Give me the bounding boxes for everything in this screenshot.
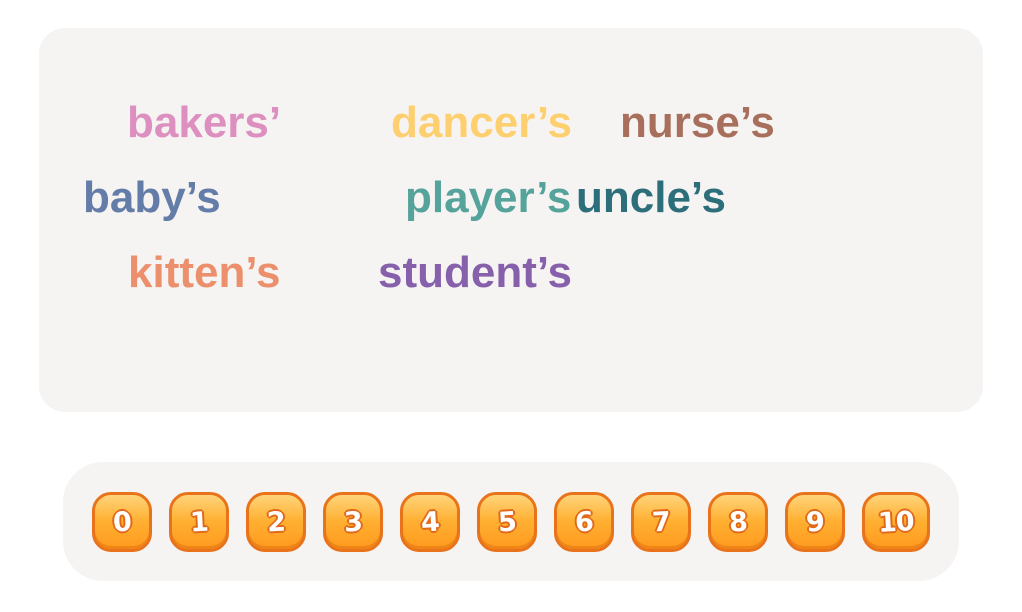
answer-button-5[interactable]: 5 xyxy=(477,492,537,552)
word-nurses[interactable]: nurse’s xyxy=(620,101,775,145)
answer-button-label: 10 xyxy=(877,505,915,539)
answer-button-7[interactable]: 7 xyxy=(631,492,691,552)
answer-button-label: 1 xyxy=(189,506,209,538)
answer-button-label: 0 xyxy=(112,506,132,538)
word-babys[interactable]: baby’s xyxy=(83,176,221,220)
word-students[interactable]: student’s xyxy=(378,251,572,295)
answer-button-0[interactable]: 0 xyxy=(92,492,152,552)
word-bakers[interactable]: bakers’ xyxy=(127,101,281,145)
answer-button-label: 2 xyxy=(266,506,286,538)
answer-button-8[interactable]: 8 xyxy=(708,492,768,552)
word-uncles[interactable]: uncle’s xyxy=(576,176,726,220)
answer-button-label: 7 xyxy=(651,506,671,538)
answer-button-10[interactable]: 10 xyxy=(862,492,930,552)
answer-bar: 0 1 2 3 4 5 6 7 8 9 10 xyxy=(63,462,959,581)
answer-button-9[interactable]: 9 xyxy=(785,492,845,552)
answer-button-label: 4 xyxy=(420,506,440,538)
answer-button-6[interactable]: 6 xyxy=(554,492,614,552)
answer-button-label: 9 xyxy=(805,506,825,538)
answer-button-2[interactable]: 2 xyxy=(246,492,306,552)
answer-button-4[interactable]: 4 xyxy=(400,492,460,552)
answer-button-label: 8 xyxy=(728,506,748,538)
word-players[interactable]: player’s xyxy=(405,176,571,220)
word-dancers[interactable]: dancer’s xyxy=(391,101,572,145)
answer-button-3[interactable]: 3 xyxy=(323,492,383,552)
answer-button-label: 6 xyxy=(574,506,594,538)
word-panel: bakers’ dancer’s nurse’s baby’s player’s… xyxy=(39,28,983,412)
answer-button-label: 5 xyxy=(497,506,517,538)
answer-button-1[interactable]: 1 xyxy=(169,492,229,552)
answer-button-label: 3 xyxy=(343,506,363,538)
word-kittens[interactable]: kitten’s xyxy=(128,251,280,295)
